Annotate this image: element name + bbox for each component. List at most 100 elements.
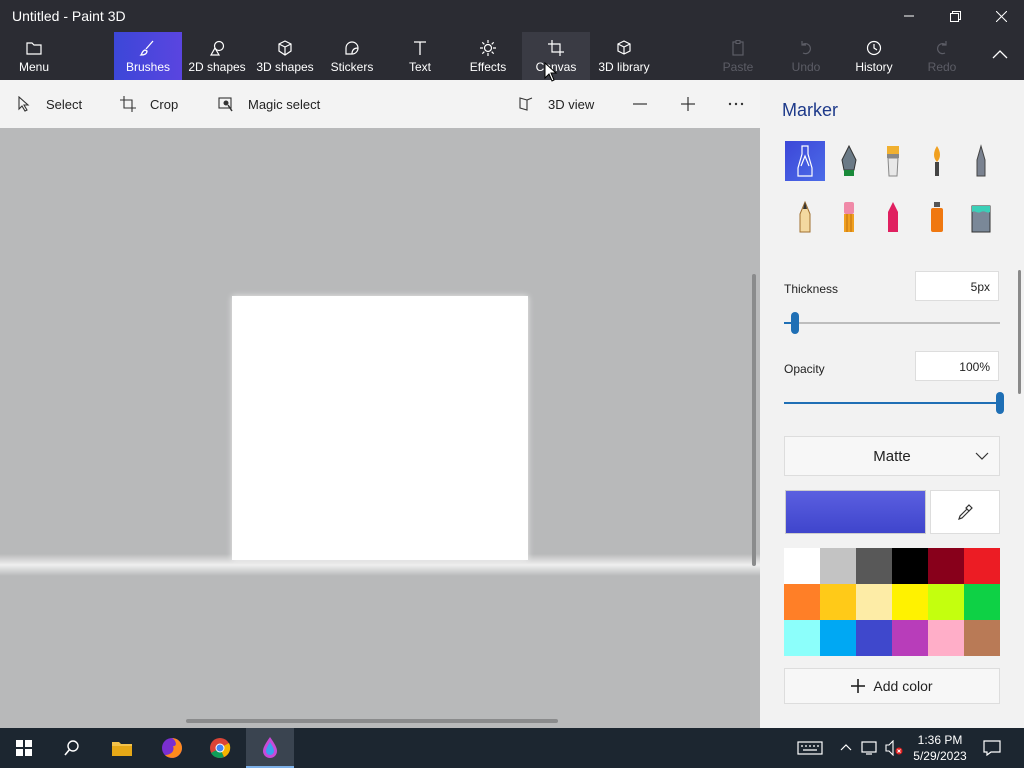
text-icon [414, 40, 426, 55]
canvas-workspace[interactable] [0, 128, 760, 728]
opacity-input[interactable]: 100% [915, 351, 999, 381]
tab-effects[interactable]: Effects [464, 32, 512, 80]
select-button[interactable]: Select [16, 80, 82, 128]
current-color-swatch[interactable] [785, 490, 926, 534]
color-swatch[interactable] [856, 584, 892, 620]
tab-3d-shapes[interactable]: 3D shapes [254, 32, 316, 80]
plus-icon [681, 97, 695, 111]
color-swatch[interactable] [784, 584, 820, 620]
color-swatch[interactable] [892, 548, 928, 584]
taskbar: 1:36 PM 5/29/2023 [0, 728, 1024, 768]
firefox-taskbar[interactable] [148, 728, 196, 768]
eyedropper-button[interactable] [930, 490, 1000, 534]
color-swatch[interactable] [820, 548, 856, 584]
plus-icon [851, 679, 866, 693]
add-color-button[interactable]: Add color [784, 668, 1000, 704]
color-swatch[interactable] [964, 584, 1000, 620]
keyboard-icon [797, 741, 823, 755]
system-clock[interactable]: 1:36 PM 5/29/2023 [908, 732, 972, 764]
tab-3d-library[interactable]: 3D library [596, 32, 652, 80]
color-swatch[interactable] [820, 584, 856, 620]
marker-icon [797, 145, 813, 177]
paste-button[interactable]: Paste [716, 32, 760, 80]
zoom-in-button[interactable] [680, 80, 696, 128]
show-hidden-icons-button[interactable] [834, 728, 858, 768]
color-swatch[interactable] [820, 620, 856, 656]
title-bar: Untitled - Paint 3D [0, 0, 1024, 32]
collapse-ribbon-button[interactable] [980, 32, 1020, 80]
restore-button[interactable] [932, 0, 978, 32]
close-button[interactable] [978, 0, 1024, 32]
network-tray[interactable] [858, 728, 882, 768]
color-swatch[interactable] [892, 584, 928, 620]
finish-dropdown[interactable]: Matte [784, 436, 1000, 476]
history-button[interactable]: History [848, 32, 900, 80]
magic-select-button[interactable]: Magic select [218, 80, 320, 128]
action-center-keyboard[interactable] [786, 728, 834, 768]
horizontal-scrollbar[interactable] [186, 719, 558, 723]
fill-brush[interactable] [961, 197, 1001, 237]
color-swatch[interactable] [928, 548, 964, 584]
watercolor-brush[interactable] [917, 141, 957, 181]
drawing-canvas[interactable] [232, 296, 528, 560]
tab-brushes[interactable]: Brushes [114, 32, 182, 80]
vertical-scrollbar[interactable] [752, 274, 756, 566]
color-swatch[interactable] [928, 620, 964, 656]
panel-title: Marker [782, 100, 839, 120]
chrome-icon [210, 738, 231, 758]
cube-icon [278, 39, 292, 56]
3d-view-button[interactable]: 3D view [518, 80, 594, 128]
tab-2d-shapes[interactable]: 2D shapes [186, 32, 248, 80]
tab-label: 2D shapes [188, 59, 246, 74]
marker-brush[interactable] [785, 141, 825, 181]
color-swatch[interactable] [856, 548, 892, 584]
volume-tray[interactable] [882, 728, 906, 768]
undo-button[interactable]: Undo [784, 32, 828, 80]
thickness-slider-track[interactable] [784, 322, 1000, 324]
watercolor-icon [934, 146, 940, 176]
oil-brush[interactable] [873, 141, 913, 181]
crop-button[interactable]: Crop [120, 80, 178, 128]
notifications-button[interactable] [968, 728, 1016, 768]
menu-button[interactable]: Menu [8, 32, 60, 80]
color-swatch[interactable] [928, 584, 964, 620]
canvas-toolbar: Select Crop Magic select 3D view [0, 80, 760, 128]
3d-view-icon [519, 97, 533, 111]
pixel-pen-brush[interactable] [961, 141, 1001, 181]
network-icon [861, 741, 877, 755]
tab-text[interactable]: Text [398, 32, 442, 80]
chrome-taskbar[interactable] [196, 728, 244, 768]
minimize-button[interactable] [886, 0, 932, 32]
zoom-out-button[interactable] [632, 80, 648, 128]
window-title: Untitled - Paint 3D [12, 8, 126, 24]
color-swatch[interactable] [892, 620, 928, 656]
calligraphy-pen-brush[interactable] [829, 141, 869, 181]
panel-scrollbar[interactable] [1018, 270, 1021, 394]
color-swatch[interactable] [964, 548, 1000, 584]
pencil-brush[interactable] [785, 197, 825, 237]
menu-label: Menu [18, 59, 50, 74]
color-swatch[interactable] [856, 620, 892, 656]
ribbon: Menu Brushes 2D shapes 3D shapes Sticker… [0, 32, 1024, 80]
oil-brush-icon [887, 146, 899, 177]
eraser-brush[interactable] [829, 197, 869, 237]
tab-stickers[interactable]: Stickers [326, 32, 378, 80]
search-button[interactable] [48, 728, 96, 768]
redo-button[interactable]: Redo [920, 32, 964, 80]
spray-can-brush[interactable] [917, 197, 957, 237]
crayon-brush[interactable] [873, 197, 913, 237]
color-swatch[interactable] [784, 548, 820, 584]
more-options-button[interactable] [728, 80, 744, 128]
color-swatch[interactable] [964, 620, 1000, 656]
tab-label: Text [408, 59, 431, 74]
file-explorer-taskbar[interactable] [98, 728, 146, 768]
thickness-input[interactable]: 5px [915, 271, 999, 301]
canvas-icon [548, 39, 564, 56]
start-button[interactable] [0, 728, 48, 768]
notification-icon [983, 740, 1001, 756]
color-swatch[interactable] [784, 620, 820, 656]
thickness-slider-thumb[interactable] [791, 312, 799, 334]
paint3d-taskbar[interactable] [246, 728, 294, 768]
opacity-slider-thumb[interactable] [996, 392, 1004, 414]
opacity-slider-fill [784, 402, 1000, 404]
